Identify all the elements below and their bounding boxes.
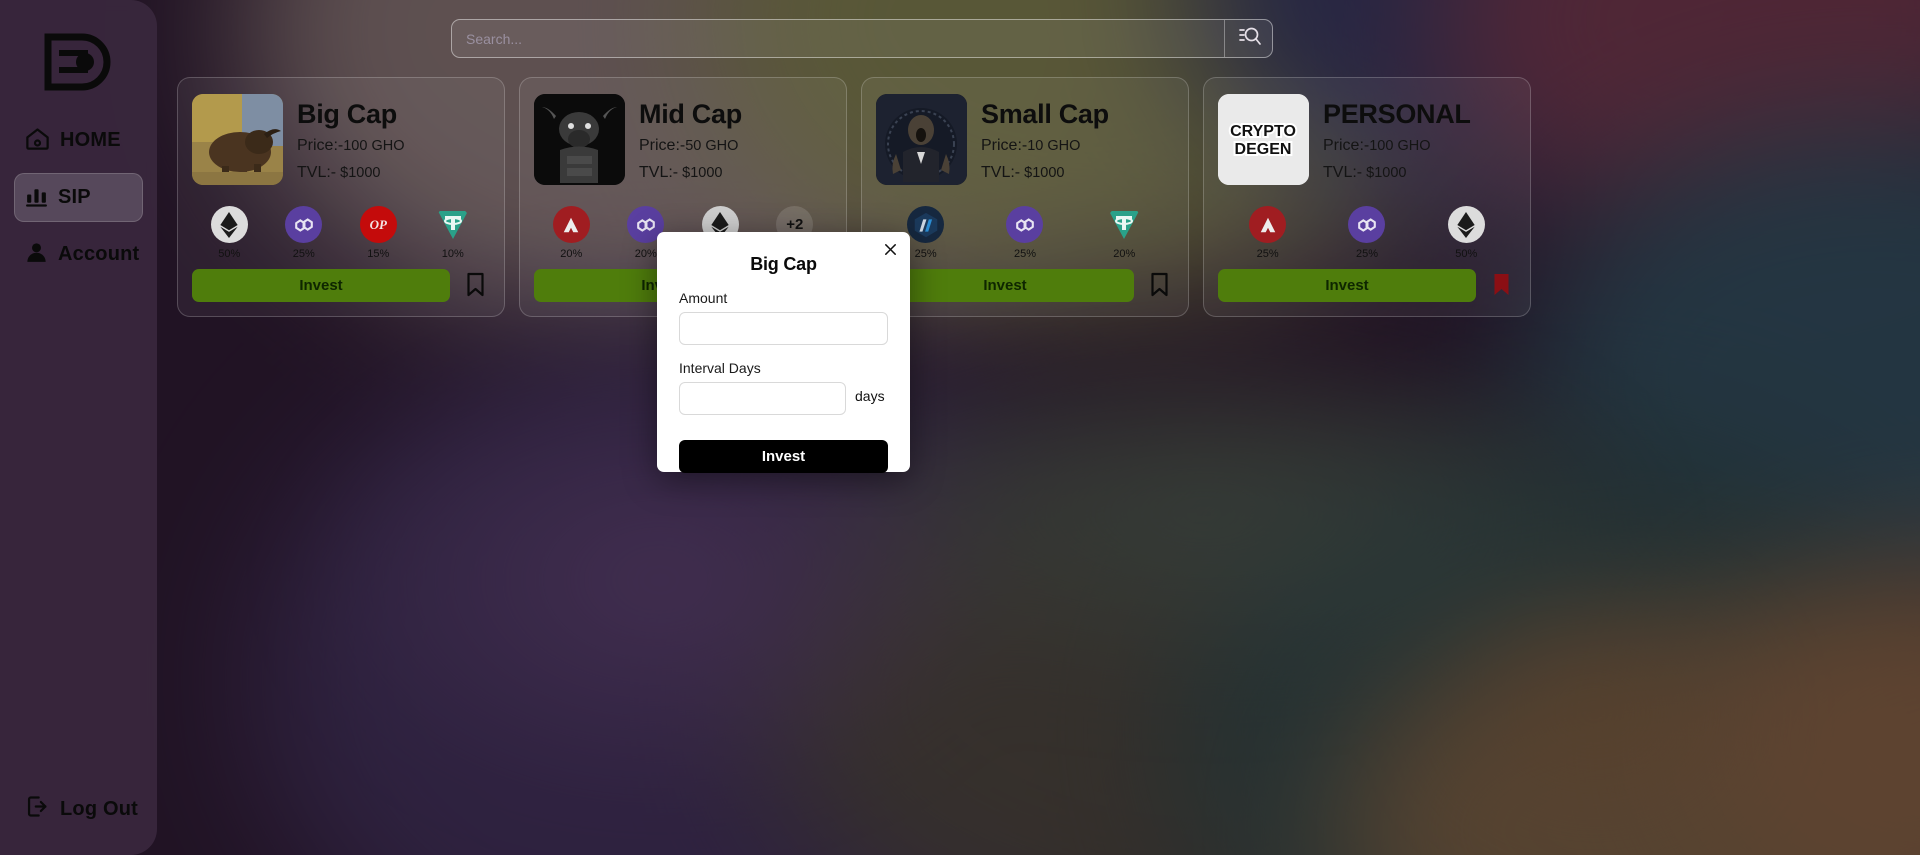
interval-unit-label: days xyxy=(855,387,885,404)
modal-title: Big Cap xyxy=(750,254,817,274)
interval-days-input[interactable] xyxy=(679,382,846,415)
interval-days-label: Interval Days xyxy=(679,360,761,376)
close-icon xyxy=(883,242,898,260)
modal-scrim[interactable] xyxy=(0,0,1920,855)
amount-label: Amount xyxy=(679,290,728,306)
modal-close-button[interactable] xyxy=(881,242,899,260)
invest-modal: Big Cap Amount Interval Days days Invest xyxy=(657,232,910,473)
app-root: HOME SIP Account Log Out Search... Big C… xyxy=(0,0,1920,855)
modal-invest-submit-button[interactable]: Invest xyxy=(679,440,888,473)
amount-input[interactable] xyxy=(679,312,888,345)
